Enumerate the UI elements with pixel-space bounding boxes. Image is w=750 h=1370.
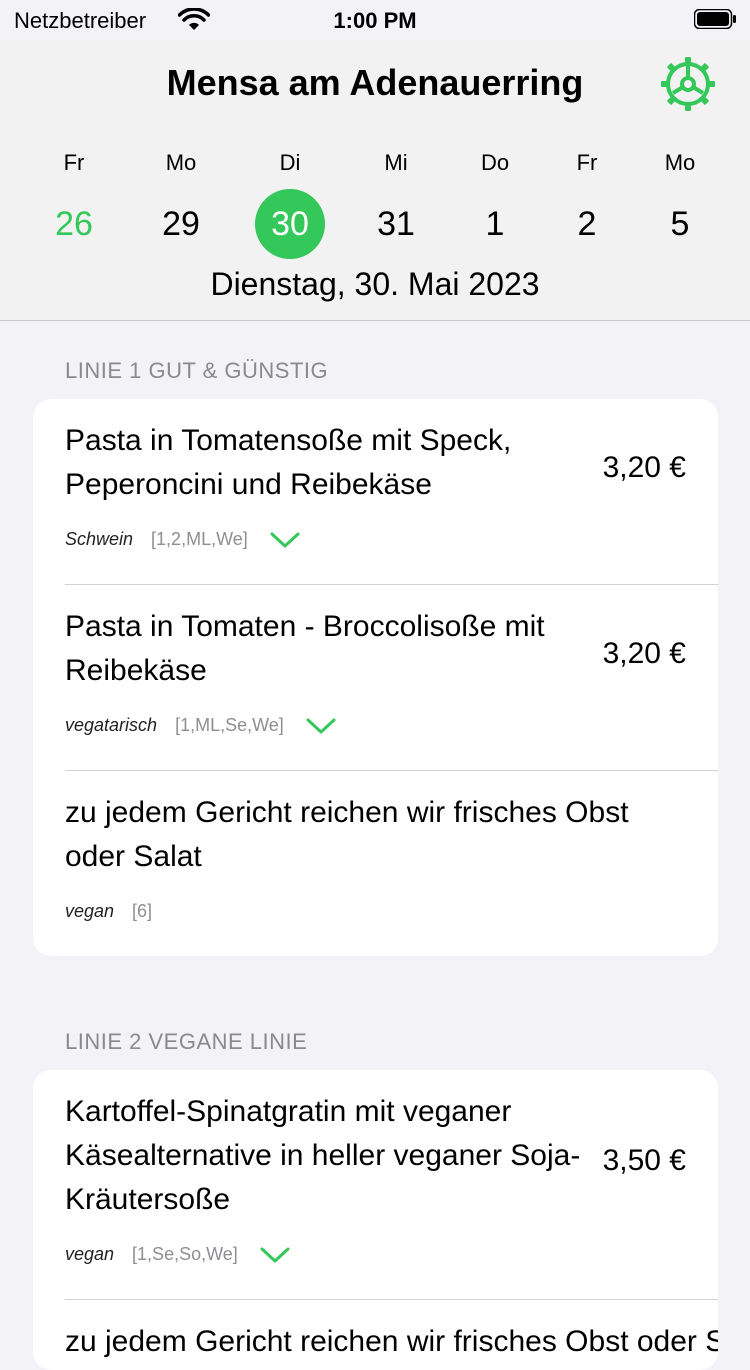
meal-price: 3,20 € — [602, 451, 686, 484]
section-title: LINIE 1 GUT & GÜNSTIG — [65, 358, 329, 383]
menu-item: zu jedem Gericht reichen wir frisches Ob… — [33, 1300, 718, 1370]
day-number: 30 — [271, 205, 309, 243]
status-bar: Netzbetreiber 1:00 PM — [0, 0, 750, 40]
meal-tag: vegan — [65, 1244, 115, 1264]
allergen-codes: [6] — [132, 901, 153, 921]
meal-name: zu jedem Gericht reichen wir frisches Ob… — [65, 796, 629, 873]
chevron-down-icon[interactable] — [260, 1246, 290, 1264]
clock: 1:00 PM — [333, 8, 417, 33]
day-weekday: Do — [480, 150, 510, 175]
meal-price: 3,50 € — [602, 1144, 686, 1177]
day-number: 2 — [577, 205, 597, 243]
day-weekday: Mi — [384, 150, 408, 175]
meal-tag: Schwein — [65, 529, 134, 549]
day-number: 31 — [377, 205, 415, 243]
menu-card: Pasta in Tomatensoße mit Speck, Peperonc… — [33, 399, 718, 956]
meal-name: Pasta in Tomatensoße mit Speck, Peperonc… — [65, 424, 512, 501]
menu-item[interactable]: Pasta in Tomatensoße mit Speck, Peperonc… — [33, 399, 718, 584]
day-weekday: Mo — [664, 150, 696, 175]
meal-name: Kartoffel-Spinatgratin mit veganer Käsea… — [65, 1095, 581, 1216]
day-weekday: Di — [279, 150, 301, 175]
meal-meta: vegan [6] — [65, 901, 152, 922]
meal-name: zu jedem Gericht reichen wir frisches Ob… — [65, 1325, 718, 1358]
meal-name: Pasta in Tomaten - Broccolisoße mit Reib… — [65, 610, 545, 687]
meal-meta: Schwein [1,2,ML,We] — [65, 529, 300, 550]
meal-price: 3,20 € — [602, 637, 686, 670]
allergen-codes: [1,Se,So,We] — [132, 1244, 238, 1264]
meal-meta: vegan [1,Se,So,We] — [65, 1244, 290, 1265]
day-weekday: Fr — [576, 150, 598, 175]
day-weekday: Fr — [63, 150, 85, 175]
menu-item: zu jedem Gericht reichen wir frisches Ob… — [33, 771, 718, 956]
meal-tag: vegatarisch — [65, 715, 158, 735]
chevron-down-icon[interactable] — [306, 717, 336, 735]
day-number: 26 — [55, 205, 93, 243]
menu-card: Kartoffel-Spinatgratin mit veganer Käsea… — [33, 1070, 718, 1370]
day-number: 1 — [485, 205, 505, 243]
menu-item[interactable]: Kartoffel-Spinatgratin mit veganer Käsea… — [33, 1070, 718, 1299]
allergen-codes: [1,2,ML,We] — [151, 529, 248, 549]
meal-tag: vegan — [65, 901, 115, 921]
chevron-down-icon[interactable] — [270, 531, 300, 549]
battery-icon — [694, 9, 736, 29]
selected-date-label: Dienstag, 30. Mai 2023 — [210, 266, 540, 302]
meal-meta: vegatarisch [1,ML,Se,We] — [65, 715, 336, 736]
section-title: LINIE 2 VEGANE LINIE — [65, 1029, 308, 1054]
allergen-codes: [1,ML,Se,We] — [175, 715, 284, 735]
gear-icon[interactable] — [660, 56, 716, 112]
header: Mensa am Adenauerring Fr 26 Mo 29 Di 30 … — [0, 40, 750, 321]
menu-item[interactable]: Pasta in Tomaten - Broccolisoße mit Reib… — [33, 585, 718, 770]
page-title: Mensa am Adenauerring — [166, 62, 584, 103]
day-number: 29 — [162, 205, 200, 243]
day-weekday: Mo — [165, 150, 197, 175]
day-number: 5 — [670, 205, 690, 243]
